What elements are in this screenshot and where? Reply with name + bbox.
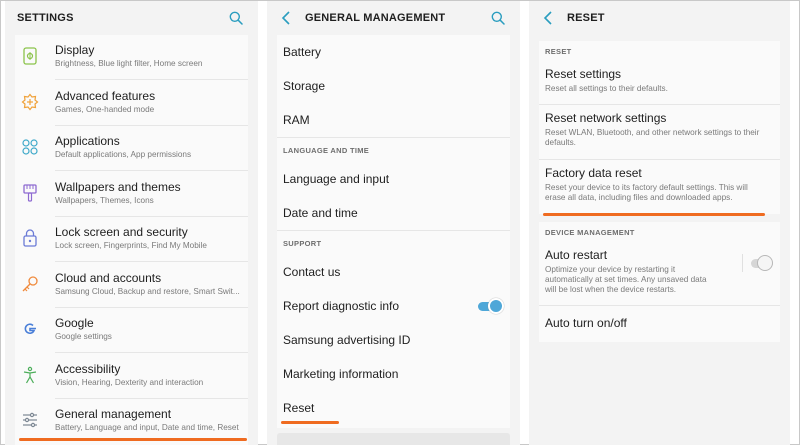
settings-header: SETTINGS (5, 1, 258, 35)
display-icon (19, 45, 41, 67)
ram-item[interactable]: RAM (277, 103, 510, 137)
settings-item-desc: Google settings (55, 332, 112, 341)
settings-item-title: Advanced features (55, 88, 156, 103)
back-arrow-icon[interactable] (537, 7, 559, 29)
auto-restart-desc: Optimize your device by restarting it au… (545, 265, 707, 294)
settings-item-title: Applications (55, 134, 120, 148)
settings-item-desc: Samsung Cloud, Backup and restore, Smart… (55, 286, 240, 296)
screenshot-frame: SETTINGS Display Brightness, Blue light f… (0, 0, 800, 445)
settings-item-desc: Games, One-handed mode (55, 104, 155, 114)
settings-item-advanced-features[interactable]: Advanced features Games, One-handed mode (15, 81, 248, 127)
general-management-panel: GENERAL MANAGEMENT Battery Storage RAM L… (267, 1, 520, 445)
section-header: RESET (545, 46, 572, 56)
section-header: DEVICE MANAGEMENT (545, 227, 635, 237)
settings-item-accessibility[interactable]: Accessibility Vision, Hearing, Dexterity … (15, 354, 248, 400)
auto-turn-title: Auto turn on/off (545, 316, 627, 330)
settings-item-lock-screen[interactable]: Lock screen and security Lock screen, Fin… (15, 217, 248, 263)
reset-item-title: Factory data reset (545, 166, 642, 180)
reset-item-desc: Reset your device to its factory default… (545, 183, 748, 202)
settings-item-desc: Battery, Language and input, Date and ti… (55, 423, 239, 432)
settings-item-title: Display (55, 43, 95, 57)
reset-header: RESET (529, 1, 790, 35)
reset-network-item[interactable]: Reset network settings Reset WLAN, Bluet… (539, 105, 780, 160)
highlight-underline (543, 213, 765, 216)
auto-turn-item[interactable]: Auto turn on/off (539, 306, 780, 342)
highlight-underline (281, 421, 339, 424)
accessibility-icon (19, 364, 41, 386)
report-diagnostic-toggle[interactable] (476, 298, 504, 314)
reset-item-title: Reset network settings (545, 111, 667, 125)
contact-us-item[interactable]: Contact us (277, 255, 510, 289)
device-management-card: DEVICE MANAGEMENT Auto restart Optimize … (539, 222, 780, 342)
settings-item-desc: Wallpapers, Themes, Icons (55, 195, 154, 205)
settings-item-title: Wallpapers and themes (55, 179, 181, 194)
advanced-features-icon (19, 91, 41, 113)
advertising-id-item[interactable]: Samsung advertising ID (277, 323, 510, 357)
storage-item[interactable]: Storage (277, 69, 510, 103)
general-management-icon (19, 409, 41, 431)
settings-item-title: Cloud and accounts (55, 270, 162, 285)
section-header: LANGUAGE AND TIME (277, 137, 510, 162)
search-icon[interactable] (226, 8, 246, 28)
settings-list: Display Brightness, Blue light filter, Ho… (15, 35, 248, 445)
general-list: Battery Storage RAM LANGUAGE AND TIME La… (277, 35, 510, 428)
page-title: SETTINGS (17, 12, 74, 24)
reset-item-desc: Reset WLAN, Bluetooth, and other network… (545, 128, 760, 147)
auto-restart-item[interactable]: Auto restart Optimize your device by res… (539, 242, 780, 306)
battery-item[interactable]: Battery (277, 35, 510, 69)
general-header: GENERAL MANAGEMENT (267, 1, 520, 35)
settings-item-desc: Vision, Hearing, Dexterity and interacti… (55, 377, 204, 387)
settings-item-display[interactable]: Display Brightness, Blue light filter, Ho… (15, 35, 248, 81)
reset-card: RESET Reset settings Reset all settings … (539, 41, 780, 214)
settings-item-desc: Default applications, App permissions (55, 150, 192, 159)
settings-item-title: General management (55, 407, 172, 421)
applications-icon (19, 136, 41, 158)
google-icon (19, 318, 41, 340)
highlight-underline (19, 438, 247, 441)
settings-item-title: Lock screen and security (55, 225, 188, 239)
back-arrow-icon[interactable] (275, 7, 297, 29)
key-icon (19, 273, 41, 295)
reset-item-desc: Reset all settings to their defaults. (545, 84, 668, 93)
settings-item-applications[interactable]: Applications Default applications, App pe… (15, 126, 248, 172)
settings-item-desc: Lock screen, Fingerprints, Find My Mobil… (55, 241, 207, 250)
settings-panel: SETTINGS Display Brightness, Blue light f… (5, 1, 258, 445)
auto-restart-title: Auto restart (545, 248, 608, 262)
factory-data-reset-item[interactable]: Factory data reset Reset your device to … (539, 160, 780, 214)
marketing-information-item[interactable]: Marketing information (277, 357, 510, 391)
reset-item[interactable]: Reset (277, 391, 510, 425)
settings-item-cloud-accounts[interactable]: Cloud and accounts Samsung Cloud, Backup … (15, 263, 248, 309)
report-diagnostic-item[interactable]: Report diagnostic info (277, 289, 510, 323)
auto-restart-toggle[interactable] (742, 254, 773, 272)
search-icon[interactable] (488, 8, 508, 28)
date-time-item[interactable]: Date and time (277, 196, 510, 230)
settings-item-desc: Brightness, Blue light filter, Home scre… (55, 59, 203, 68)
page-title: GENERAL MANAGEMENT (305, 12, 446, 24)
settings-item-title: Accessibility (55, 361, 121, 376)
page-title: RESET (567, 12, 605, 24)
wallpaper-icon (19, 182, 41, 204)
reset-settings-item[interactable]: Reset settings Reset all settings to the… (539, 61, 780, 105)
next-card-edge (277, 433, 510, 445)
reset-panel: RESET RESET Reset settings Reset all set… (529, 1, 790, 445)
settings-item-title: Google (55, 316, 94, 330)
lock-icon (19, 227, 41, 249)
settings-item-google[interactable]: Google Google settings (15, 308, 248, 354)
settings-item-wallpapers[interactable]: Wallpapers and themes Wallpapers, Themes,… (15, 172, 248, 218)
reset-item-title: Reset settings (545, 67, 622, 81)
language-input-item[interactable]: Language and input (277, 162, 510, 196)
report-diagnostic-label: Report diagnostic info (283, 299, 400, 313)
section-header: SUPPORT (277, 230, 510, 255)
